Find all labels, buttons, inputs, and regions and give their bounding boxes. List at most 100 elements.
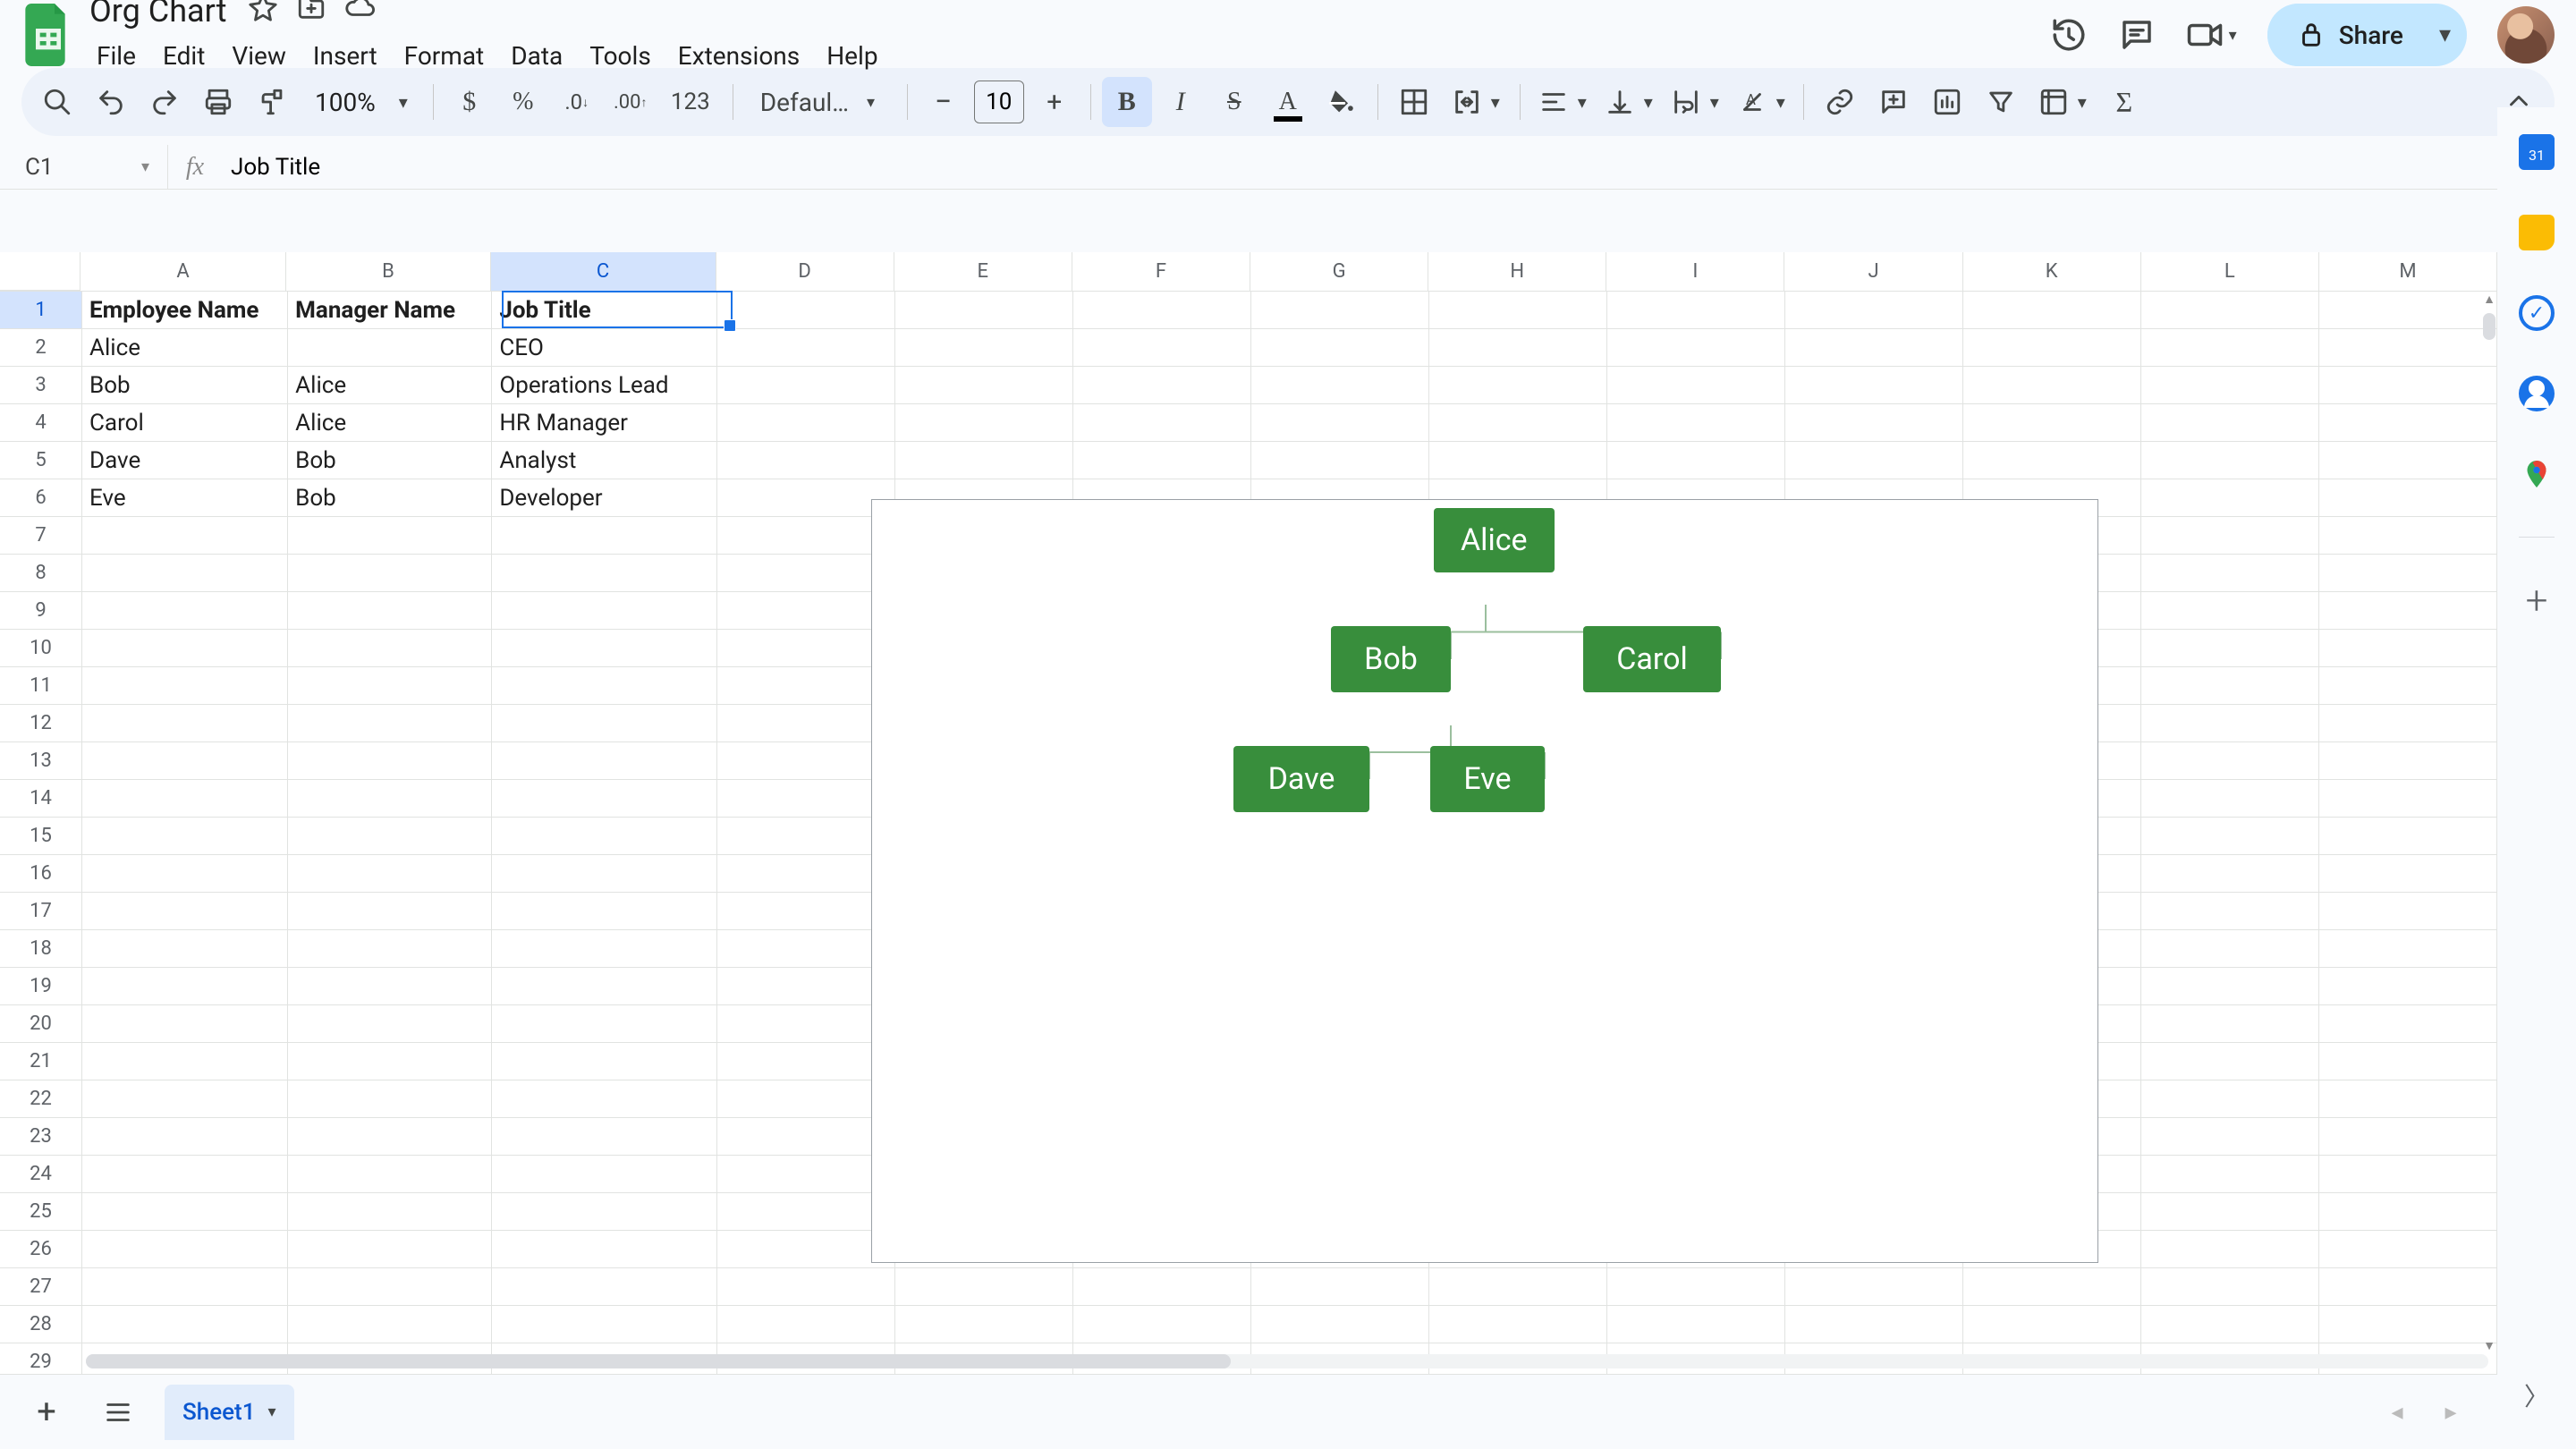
add-sheet-button[interactable]: +	[21, 1387, 72, 1437]
cell-J28[interactable]	[1785, 1306, 1963, 1343]
cell-K28[interactable]	[1963, 1306, 2141, 1343]
formula-bar-input[interactable]	[222, 154, 2576, 181]
name-box[interactable]: C1▾	[7, 145, 168, 189]
cell-B6[interactable]: Bob	[288, 479, 492, 517]
cell-L18[interactable]	[2141, 930, 2319, 968]
menu-format[interactable]: Format	[392, 34, 497, 78]
cell-C6[interactable]: Developer	[492, 479, 717, 517]
cell-G27[interactable]	[1251, 1268, 1429, 1306]
cell-M9[interactable]	[2319, 592, 2497, 630]
row-header-13[interactable]: 13	[0, 742, 82, 780]
cell-B13[interactable]	[288, 742, 492, 780]
row-header-15[interactable]: 15	[0, 818, 82, 855]
cell-H27[interactable]	[1429, 1268, 1607, 1306]
cell-B19[interactable]	[288, 968, 492, 1005]
strikethrough-button[interactable]: S	[1209, 77, 1259, 127]
doc-title[interactable]: Org Chart	[84, 0, 232, 31]
get-addons-icon[interactable]: +	[2519, 582, 2555, 618]
tasks-icon[interactable]	[2519, 295, 2555, 331]
cell-L23[interactable]	[2141, 1118, 2319, 1156]
cell-E27[interactable]	[895, 1268, 1073, 1306]
cell-L26[interactable]	[2141, 1231, 2319, 1268]
cell-C9[interactable]	[492, 592, 717, 630]
decrease-font-button[interactable]: −	[919, 77, 969, 127]
cell-I5[interactable]	[1607, 442, 1785, 479]
cell-E2[interactable]	[895, 329, 1073, 367]
menu-tools[interactable]: Tools	[577, 34, 664, 78]
cell-D8[interactable]	[717, 555, 895, 592]
org-node-alice[interactable]: Alice	[1434, 508, 1555, 572]
cell-H2[interactable]	[1429, 329, 1607, 367]
undo-button[interactable]	[86, 77, 136, 127]
cell-C19[interactable]	[492, 968, 717, 1005]
col-header-K[interactable]: K	[1963, 252, 2141, 291]
keep-icon[interactable]	[2519, 215, 2555, 250]
cell-B26[interactable]	[288, 1231, 492, 1268]
cell-D7[interactable]	[717, 517, 895, 555]
cell-M22[interactable]	[2319, 1080, 2497, 1118]
cell-D27[interactable]	[717, 1268, 895, 1306]
cell-L19[interactable]	[2141, 968, 2319, 1005]
row-header-7[interactable]: 7	[0, 517, 82, 555]
cell-A5[interactable]: Dave	[82, 442, 288, 479]
cell-L7[interactable]	[2141, 517, 2319, 555]
history-icon[interactable]	[2050, 16, 2088, 54]
cell-A2[interactable]: Alice	[82, 329, 288, 367]
cell-M20[interactable]	[2319, 1005, 2497, 1043]
cell-B11[interactable]	[288, 667, 492, 705]
borders-button[interactable]	[1389, 77, 1439, 127]
meet-icon[interactable]: ▾	[2186, 16, 2237, 54]
cell-L4[interactable]	[2141, 404, 2319, 442]
row-header-5[interactable]: 5	[0, 442, 82, 479]
cell-M14[interactable]	[2319, 780, 2497, 818]
cell-L24[interactable]	[2141, 1156, 2319, 1193]
cell-C2[interactable]: CEO	[492, 329, 717, 367]
horizontal-scrollbar[interactable]	[86, 1354, 2488, 1368]
cell-H5[interactable]	[1429, 442, 1607, 479]
cell-G2[interactable]	[1251, 329, 1429, 367]
cell-A3[interactable]: Bob	[82, 367, 288, 404]
cell-M10[interactable]	[2319, 630, 2497, 667]
cell-E1[interactable]	[895, 292, 1073, 329]
org-node-dave[interactable]: Dave	[1233, 746, 1369, 812]
cell-B28[interactable]	[288, 1306, 492, 1343]
cell-D11[interactable]	[717, 667, 895, 705]
org-node-eve[interactable]: Eve	[1430, 746, 1545, 812]
cell-A9[interactable]	[82, 592, 288, 630]
cell-L12[interactable]	[2141, 705, 2319, 742]
paint-format-button[interactable]	[247, 77, 297, 127]
cell-M16[interactable]	[2319, 855, 2497, 893]
cell-M5[interactable]	[2319, 442, 2497, 479]
row-header-11[interactable]: 11	[0, 667, 82, 705]
cell-A6[interactable]: Eve	[82, 479, 288, 517]
cell-M27[interactable]	[2319, 1268, 2497, 1306]
share-dropdown[interactable]: ▾	[2432, 5, 2467, 64]
cell-A18[interactable]	[82, 930, 288, 968]
menu-help[interactable]: Help	[814, 34, 890, 78]
cell-G4[interactable]	[1251, 404, 1429, 442]
insert-chart-button[interactable]	[1922, 77, 1972, 127]
cell-B4[interactable]: Alice	[288, 404, 492, 442]
cell-C7[interactable]	[492, 517, 717, 555]
row-header-1[interactable]: 1	[0, 292, 82, 329]
row-header-17[interactable]: 17	[0, 893, 82, 930]
cell-L11[interactable]	[2141, 667, 2319, 705]
search-menu-button[interactable]	[32, 77, 82, 127]
cell-I4[interactable]	[1607, 404, 1785, 442]
cell-M26[interactable]	[2319, 1231, 2497, 1268]
row-header-8[interactable]: 8	[0, 555, 82, 592]
currency-button[interactable]: $	[445, 77, 495, 127]
cell-B18[interactable]	[288, 930, 492, 968]
insert-comment-button[interactable]	[1868, 77, 1919, 127]
vertical-scrollbar[interactable]: ▲▼	[2481, 292, 2497, 1360]
cell-L28[interactable]	[2141, 1306, 2319, 1343]
cell-I27[interactable]	[1607, 1268, 1785, 1306]
cell-B25[interactable]	[288, 1193, 492, 1231]
cell-B17[interactable]	[288, 893, 492, 930]
cell-D9[interactable]	[717, 592, 895, 630]
functions-button[interactable]: Σ	[2099, 77, 2149, 127]
cell-A8[interactable]	[82, 555, 288, 592]
row-header-4[interactable]: 4	[0, 404, 82, 442]
cell-A22[interactable]	[82, 1080, 288, 1118]
cell-C25[interactable]	[492, 1193, 717, 1231]
